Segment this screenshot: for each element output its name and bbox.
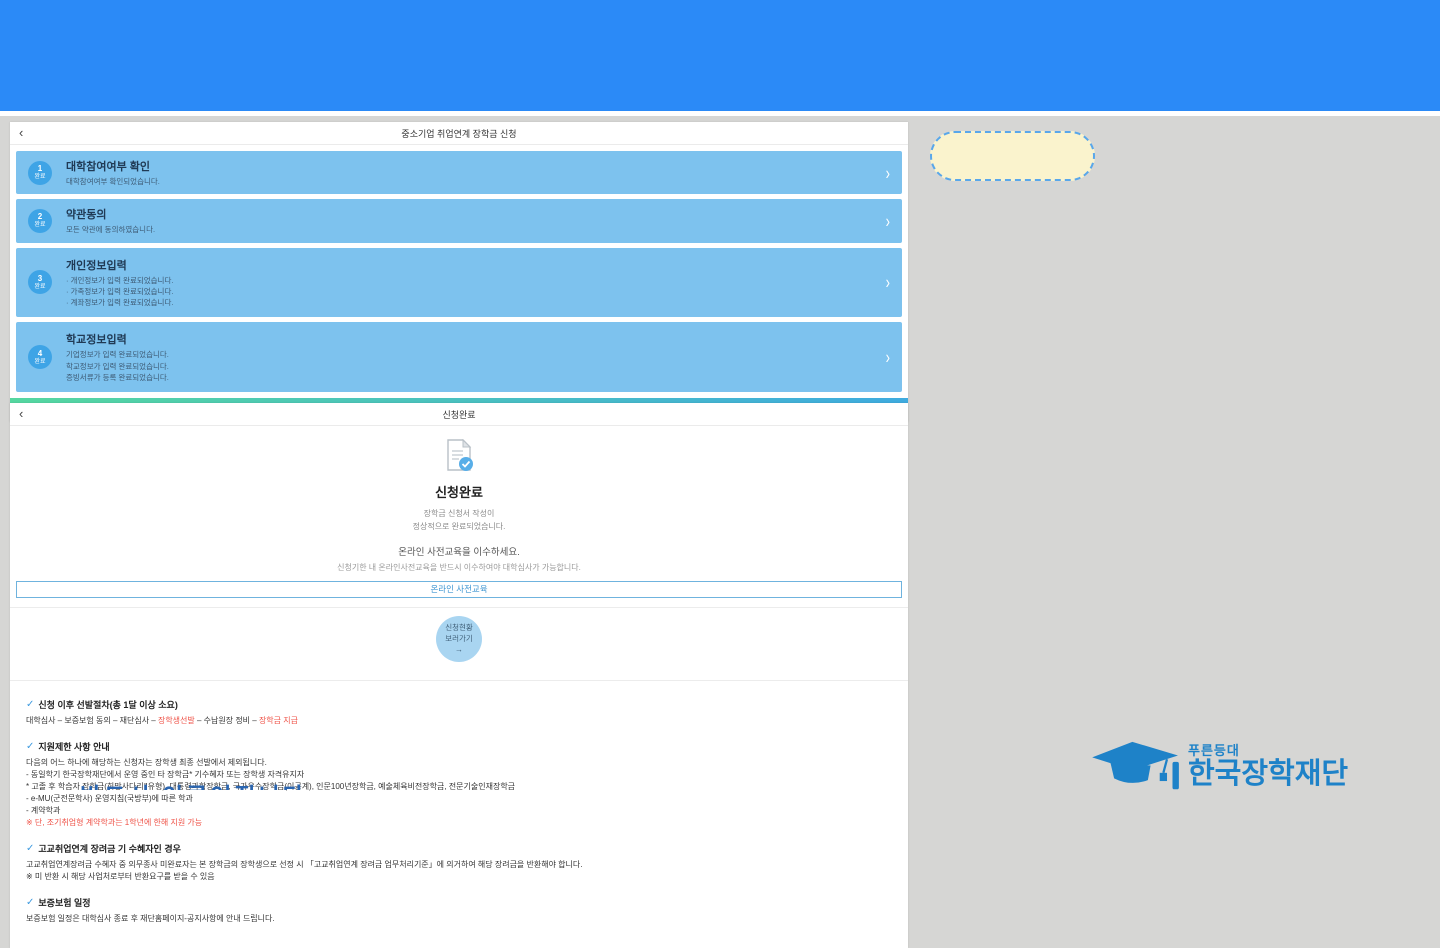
step-number: 4 (38, 350, 42, 358)
step-card-personal-info[interactable]: 3 완료 개인정보입력 · 개인정보가 입력 완료되었습니다. · 가족정보가 … (16, 248, 902, 318)
step-badge: 2 완료 (28, 209, 52, 233)
step-badge: 4 완료 (28, 345, 52, 369)
flow-text: 대학심사 – 보증보험 동의 – 재단심사 – (26, 716, 158, 725)
kosaf-logo: 푸른등대 한국장학재단 (1090, 740, 1348, 797)
step-desc: 증빙서류가 등록 완료되었습니다. (66, 372, 169, 383)
highschool-note: ※ 미 반환 시 해당 사업처로부터 반환요구를 받을 수 있음 (26, 871, 892, 883)
restriction-line: 다음의 어느 하나에 해당하는 신청자는 장학생 최종 선발에서 제외됩니다. (26, 757, 892, 769)
highschool-line: 고교취업연계장려금 수혜자 중 의무종사 미완료자는 본 장학금의 장학생으로 … (26, 859, 892, 871)
logo-name: 한국장학재단 (1188, 759, 1348, 789)
step-card-terms-agree[interactable]: 2 완료 약관동의 모든 약관에 동의하였습니다. › (16, 199, 902, 242)
status-circle-label: 보러가기 (445, 634, 473, 644)
section-insurance-schedule: ✓ 보증보험 일정 보증보험 일정은 대학심사 종료 후 재단홈페이지-공지사항… (26, 896, 892, 925)
insurance-line: 보증보험 일정은 대학심사 종료 후 재단홈페이지-공지사항에 안내 드립니다. (26, 913, 892, 925)
step-number: 1 (38, 165, 42, 173)
complete-panel-header: ‹ 신청완료 (10, 403, 908, 426)
step-status: 완료 (34, 359, 45, 365)
flow-text: – 수납원장 정비 – (195, 716, 259, 725)
step-badge: 3 완료 (28, 270, 52, 294)
step-number: 3 (38, 275, 42, 283)
step-status: 완료 (34, 222, 45, 228)
restriction-line: - 계약학과 (26, 805, 892, 817)
flow-text-highlight: 장학생선발 (158, 716, 195, 725)
flow-text-highlight: 장학금 지급 (259, 716, 298, 725)
application-panel-header: ‹ 중소기업 취업연계 장학금 신청 (10, 122, 908, 145)
section-heading: 고교취업연계 장려금 기 수혜자인 경우 (38, 842, 180, 855)
page-title: 신청완료 (442, 408, 475, 421)
online-education-button[interactable]: 온라인 사전교육 (16, 581, 902, 598)
section-highschool-grant: ✓ 고교취업연계 장려금 기 수혜자인 경우 고교취업연계장려금 수혜자 중 의… (26, 842, 892, 883)
check-icon: ✓ (26, 699, 34, 710)
step-badge: 1 완료 (28, 161, 52, 185)
document-check-icon (10, 426, 908, 477)
section-heading: 보증보험 일정 (38, 896, 90, 909)
logo-tagline: 푸른등대 (1188, 740, 1348, 759)
result-line: 정상적으로 완료되었습니다. (10, 521, 908, 534)
step-desc: 기업정보가 입력 완료되었습니다. (66, 349, 169, 360)
page-title: 중소기업 취업연계 장학금 신청 (401, 127, 516, 140)
check-icon: ✓ (26, 843, 34, 854)
edu-note: 신청기한 내 온라인사전교육을 반드시 이수하여야 대학심사가 가능합니다. (10, 562, 908, 573)
step-desc: 대학참여여부 확인되었습니다. (66, 176, 160, 187)
result-line: 장학금 신청서 작성이 (10, 508, 908, 521)
step-title: 개인정보입력 (66, 257, 173, 273)
slogan-text-clipped: 반드시 이루어집니다 (80, 777, 460, 790)
chevron-right-icon: › (886, 347, 890, 368)
top-banner (0, 0, 1440, 111)
steps-list: 1 완료 대학참여여부 확인 대학참여여부 확인되었습니다. › 2 완료 약관… (10, 145, 908, 398)
result-title: 신청완료 (10, 482, 908, 501)
step-card-school-info[interactable]: 4 완료 학교정보입력 기업정보가 입력 완료되었습니다. 학교정보가 입력 완… (16, 322, 902, 392)
chevron-right-icon: › (886, 272, 890, 293)
step-title: 대학참여여부 확인 (66, 158, 160, 174)
arrow-right-icon: → (455, 645, 463, 654)
restriction-note: ※ 단, 조기취업형 계약학과는 1학년에 한해 지원 가능 (26, 817, 892, 829)
chevron-right-icon: › (886, 210, 890, 231)
banner-divider (0, 111, 1440, 116)
step-desc: 학교정보가 입력 완료되었습니다. (66, 361, 169, 372)
status-circle-label: 신청현황 (445, 623, 473, 633)
restriction-line: - e-MU(군전문학사) 운영지침(국방부)에 따른 학과 (26, 793, 892, 805)
step-desc: · 개인정보가 입력 완료되었습니다. (66, 275, 173, 286)
graduation-cap-icon (1090, 740, 1182, 797)
step-desc: 모든 약관에 동의하였습니다. (66, 224, 155, 235)
step-card-university-check[interactable]: 1 완료 대학참여여부 확인 대학참여여부 확인되었습니다. › (16, 151, 902, 194)
application-complete-panel: ‹ 신청완료 신청완료 장학금 신청서 작성이 정상적으로 완료되었습니다. 온… (10, 403, 908, 948)
section-heading: 신청 이후 선발절차(총 1달 이상 소요) (38, 698, 177, 711)
check-icon: ✓ (26, 897, 34, 908)
step-status: 완료 (34, 174, 45, 180)
step-desc: · 가족정보가 입력 완료되었습니다. (66, 286, 173, 297)
step-number: 2 (38, 213, 42, 221)
chevron-right-icon: › (886, 162, 890, 183)
back-icon[interactable]: ‹ (19, 125, 23, 141)
section-heading: 지원제한 사항 안내 (38, 740, 109, 753)
step-title: 학교정보입력 (66, 331, 169, 347)
procedure-flow: 대학심사 – 보증보험 동의 – 재단심사 – 장학생선발 – 수납원장 정비 … (26, 715, 892, 727)
application-steps-panel: ‹ 중소기업 취업연계 장학금 신청 1 완료 대학참여여부 확인 대학참여여부… (10, 122, 908, 422)
section-selection-procedure: ✓ 신청 이후 선발절차(총 1달 이상 소요) 대학심사 – 보증보험 동의 … (26, 698, 892, 727)
step-title: 약관동의 (66, 206, 155, 222)
check-icon: ✓ (26, 741, 34, 752)
step-status: 완료 (34, 284, 45, 290)
view-status-button[interactable]: 신청현황 보러가기 → (436, 616, 482, 662)
step-desc: · 계좌정보가 입력 완료되었습니다. (66, 297, 173, 308)
edu-title: 온라인 사전교육을 이수하세요. (10, 544, 908, 558)
back-icon[interactable]: ‹ (19, 406, 23, 422)
highlight-annotation-pill (930, 131, 1095, 181)
